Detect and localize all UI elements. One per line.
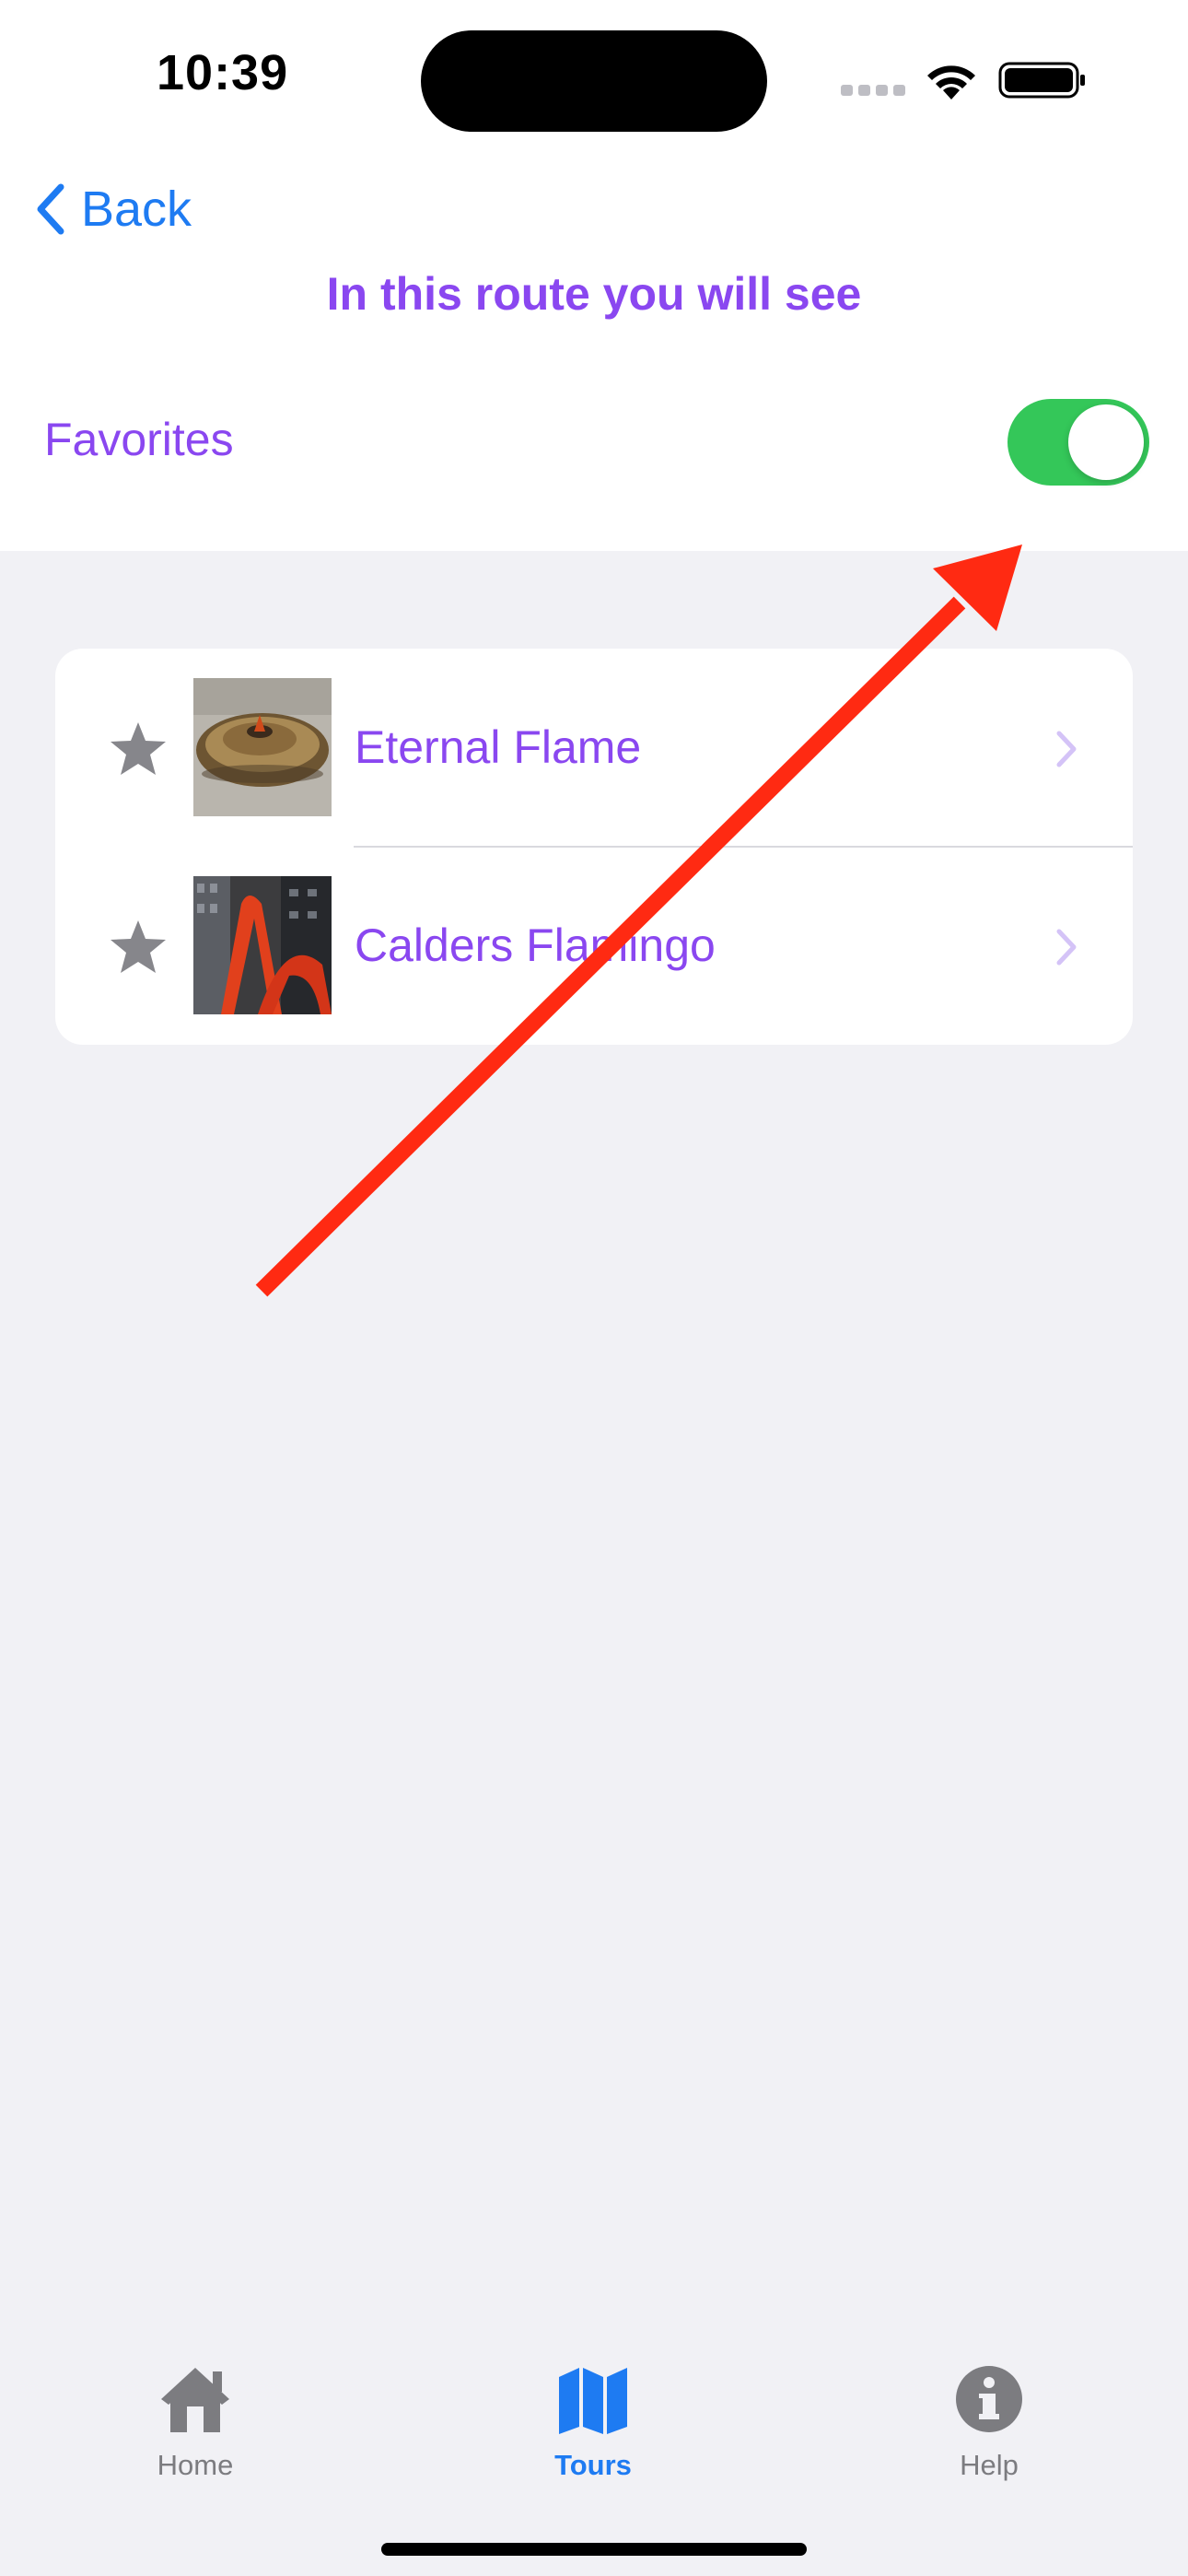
tab-help-label: Help bbox=[960, 2449, 1019, 2481]
list-item-title: Eternal Flame bbox=[355, 721, 642, 773]
list-item[interactable]: Calders Flamingo bbox=[55, 847, 1133, 1045]
list-item-title: Calders Flamingo bbox=[355, 919, 716, 971]
tab-home-label: Home bbox=[157, 2449, 234, 2481]
wifi-icon bbox=[927, 65, 975, 100]
star-icon[interactable] bbox=[109, 720, 168, 778]
tab-tours[interactable]: Tours bbox=[501, 2340, 685, 2482]
cellular-signal-icon bbox=[841, 85, 907, 98]
header-section: 10:39 Back In this route you will see Fa… bbox=[0, 0, 1188, 551]
page-title: In this route you will see bbox=[326, 268, 862, 320]
house-icon bbox=[161, 2368, 229, 2432]
favorites-toggle[interactable] bbox=[1007, 399, 1149, 486]
chevron-right-icon bbox=[1056, 731, 1077, 767]
map-icon bbox=[559, 2368, 627, 2434]
battery-icon bbox=[998, 62, 1085, 99]
tab-bar: Home Tours Help bbox=[0, 2340, 1188, 2524]
favorites-label: Favorites bbox=[44, 414, 234, 465]
toggle-knob bbox=[1068, 404, 1144, 480]
list-item[interactable]: Eternal Flame bbox=[55, 649, 1133, 848]
back-button[interactable]: Back bbox=[33, 177, 192, 241]
home-indicator bbox=[381, 2543, 807, 2556]
tab-tours-label: Tours bbox=[554, 2449, 632, 2481]
chevron-right-icon bbox=[1056, 929, 1077, 966]
attractions-list: Eternal Flame Calders Flamingo bbox=[55, 649, 1133, 1045]
calders-flamingo-thumbnail bbox=[193, 876, 332, 1014]
back-label: Back bbox=[81, 181, 192, 237]
info-icon bbox=[956, 2366, 1022, 2432]
chevron-left-icon bbox=[37, 183, 64, 235]
dynamic-island bbox=[421, 30, 767, 132]
star-icon[interactable] bbox=[109, 919, 168, 976]
screen: 10:39 Back In this route you will see Fa… bbox=[0, 0, 1188, 2576]
tab-home[interactable]: Home bbox=[103, 2340, 287, 2482]
tab-help[interactable]: Help bbox=[897, 2340, 1081, 2482]
status-time: 10:39 bbox=[157, 45, 289, 100]
eternal-flame-thumbnail bbox=[193, 678, 332, 816]
